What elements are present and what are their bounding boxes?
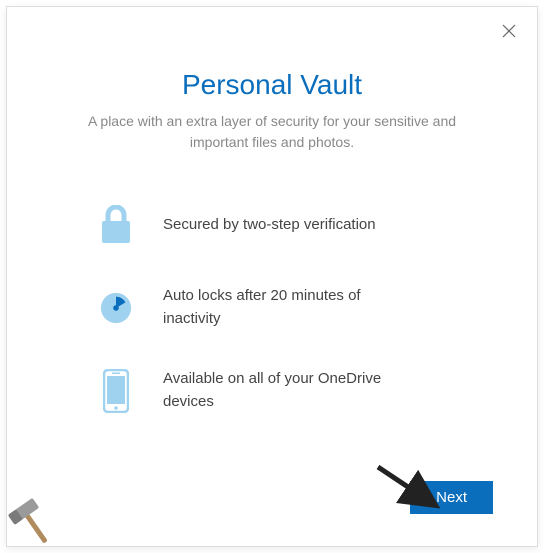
clock-icon [97, 286, 135, 330]
feature-text: Secured by two-step verification [163, 214, 376, 237]
feature-item: Available on all of your OneDrive device… [97, 368, 477, 413]
dialog-subtitle: A place with an extra layer of security … [77, 111, 467, 153]
feature-list: Secured by two-step verification Auto lo… [47, 203, 497, 413]
dialog-footer: Next [47, 481, 497, 526]
lock-icon [97, 203, 135, 247]
close-icon [502, 24, 516, 38]
phone-icon [97, 369, 135, 413]
close-button[interactable] [497, 19, 521, 43]
dialog-title: Personal Vault [47, 69, 497, 101]
next-button[interactable]: Next [410, 481, 493, 514]
personal-vault-dialog: Personal Vault A place with an extra lay… [6, 6, 538, 547]
dialog-header: Personal Vault A place with an extra lay… [47, 69, 497, 153]
feature-item: Secured by two-step verification [97, 203, 477, 247]
feature-text: Available on all of your OneDrive device… [163, 368, 413, 413]
feature-text: Auto locks after 20 minutes of inactivit… [163, 285, 413, 330]
feature-item: Auto locks after 20 minutes of inactivit… [97, 285, 477, 330]
